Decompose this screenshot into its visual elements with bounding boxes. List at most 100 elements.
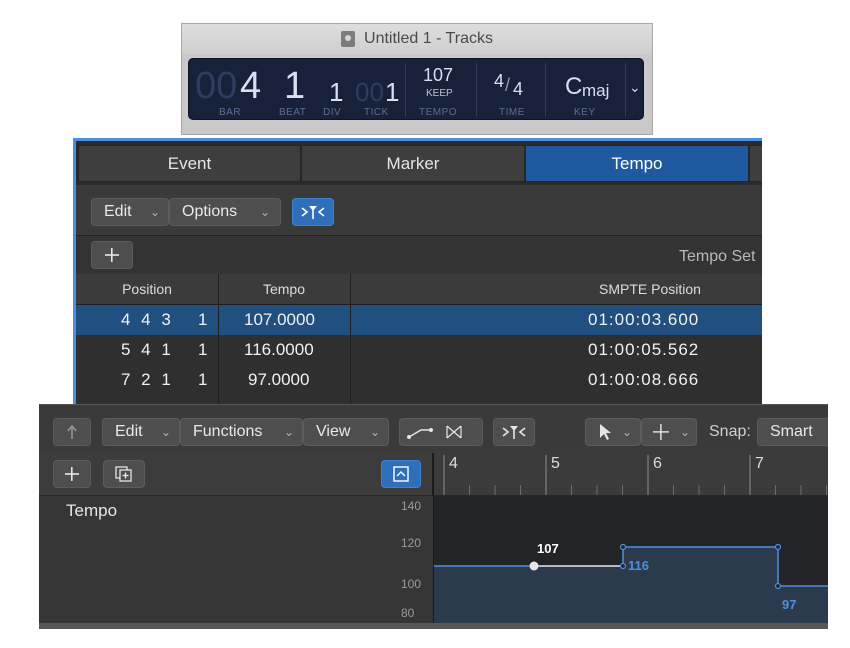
tempo-point-handle[interactable] xyxy=(619,562,627,570)
add-event-button[interactable] xyxy=(91,241,133,269)
lcd-separator xyxy=(545,63,546,117)
tempo-set-label: Tempo Set xyxy=(679,248,756,265)
tempo-graph[interactable]: 107 116 97 xyxy=(434,496,828,629)
lcd-beat-value: 1 xyxy=(284,65,306,107)
position-cell: 4 4 3 xyxy=(121,310,174,329)
ruler-bar-4: 4 xyxy=(449,455,458,472)
bar-ruler[interactable]: 4 5 6 7 xyxy=(434,453,828,496)
tempo-point-label: 97 xyxy=(782,597,797,612)
smpte-cell: 01:00:05.562 xyxy=(588,340,700,359)
smpte-cell: 01:00:08.666 xyxy=(588,370,700,389)
snap-value-label: Smart xyxy=(770,423,813,440)
document-icon xyxy=(341,31,356,47)
list-editor-window: Event Marker Tempo Edit ⌄ Options ⌄ Temp… xyxy=(73,138,762,408)
tempo-point-label: 107 xyxy=(537,541,559,556)
secondary-tool-button[interactable]: ⌄ xyxy=(641,418,697,446)
catch-playhead-icon xyxy=(502,426,526,439)
tempo-track-window: Edit ⌄ Functions ⌄ View ⌄ ⌄ ⌄ Snap: Smar… xyxy=(39,404,828,629)
tempo-point-label: 116 xyxy=(628,558,649,573)
chevron-down-icon: ⌄ xyxy=(161,425,172,439)
options-menu-label: Options xyxy=(182,203,238,220)
position-cell: 5 4 1 xyxy=(121,340,174,359)
tab-event[interactable]: Event xyxy=(78,145,301,182)
snap-label: Snap: xyxy=(709,423,751,440)
lcd-tick-value: 1 xyxy=(385,77,400,107)
smpte-cell: 01:00:03.600 xyxy=(588,310,700,329)
lcd-bar-caption: BAR xyxy=(219,107,242,118)
snap-value-button[interactable]: Smart xyxy=(757,418,828,446)
table-row[interactable]: 5 4 1 1 116.0000 01:00:05.562 xyxy=(76,335,762,365)
tab-overflow[interactable] xyxy=(749,145,762,182)
options-menu-button[interactable]: Options ⌄ xyxy=(169,198,281,226)
lcd-time-numerator: 4 xyxy=(494,71,505,91)
edit-menu-button[interactable]: Edit ⌄ xyxy=(102,418,180,446)
tab-marker[interactable]: Marker xyxy=(301,145,525,182)
lcd-tempo-caption: TEMPO xyxy=(419,107,458,118)
lcd-tempo-mode: KEEP xyxy=(426,88,453,99)
chevron-down-icon: ⌄ xyxy=(680,425,691,439)
position-cell: 7 2 1 xyxy=(121,370,174,389)
tempo-point-116[interactable] xyxy=(619,543,627,551)
pointer-tool-button[interactable]: ⌄ xyxy=(585,418,641,446)
table-header: Position Tempo SMPTE Position xyxy=(76,274,762,305)
tempo-cell: 116.0000 xyxy=(244,340,314,359)
catch-playhead-button[interactable] xyxy=(493,418,535,446)
tempo-point-97[interactable] xyxy=(774,582,782,590)
view-menu-button[interactable]: View ⌄ xyxy=(303,418,389,446)
plus-icon xyxy=(105,248,119,262)
tracks-toolbar: Edit ⌄ Functions ⌄ View ⌄ ⌄ ⌄ Snap: Smar… xyxy=(39,405,828,454)
edit-menu-label: Edit xyxy=(104,203,132,220)
lcd-tempo-value: 107 xyxy=(423,65,454,85)
lcd-bar-leading: 00 xyxy=(195,65,238,107)
duplicate-track-button[interactable] xyxy=(103,460,145,488)
lcd-separator xyxy=(405,63,406,117)
column-header-tempo[interactable]: Tempo xyxy=(218,281,350,297)
chevron-down-icon: ⌄ xyxy=(150,205,161,219)
tempo-cell: 97.0000 xyxy=(248,370,310,389)
tempo-point-handle[interactable] xyxy=(774,543,782,551)
add-track-button[interactable] xyxy=(53,460,91,488)
catch-playhead-button[interactable] xyxy=(292,198,334,226)
column-divider xyxy=(350,274,351,408)
lcd-div-caption: DIV xyxy=(323,107,342,118)
list-editor-toolbar: Edit ⌄ Options ⌄ xyxy=(76,185,762,236)
tab-tempo[interactable]: Tempo xyxy=(525,145,749,182)
lcd-beat-caption: BEAT xyxy=(279,107,307,118)
window-title-bar: Untitled 1 - Tracks xyxy=(182,24,652,54)
global-tracks-toggle[interactable] xyxy=(381,460,421,488)
functions-menu-button[interactable]: Functions ⌄ xyxy=(180,418,303,446)
track-header[interactable]: Tempo 140 120 100 80 xyxy=(39,496,433,629)
table-row[interactable]: 4 4 3 1 107.0000 01:00:03.600 xyxy=(76,305,762,335)
track-name: Tempo xyxy=(66,501,118,520)
duplicate-track-icon xyxy=(115,466,132,482)
y-axis-label: 140 xyxy=(401,499,422,513)
chevron-down-icon: ⌄ xyxy=(284,425,295,439)
lcd-tick-caption: TICK xyxy=(364,107,389,118)
column-header-position[interactable]: Position xyxy=(76,281,218,297)
column-divider xyxy=(218,274,219,408)
position-sub-cell: 1 xyxy=(198,370,208,389)
list-editor-subbar xyxy=(76,236,762,275)
ruler-ticks xyxy=(443,455,827,495)
position-sub-cell: 1 xyxy=(198,340,208,359)
y-axis-label: 80 xyxy=(401,606,415,620)
y-axis-label: 100 xyxy=(401,577,422,591)
ruler-bar-7: 7 xyxy=(755,455,764,472)
lcd-time-slash: / xyxy=(505,75,511,95)
scroll-edge xyxy=(39,623,828,629)
column-header-smpte[interactable]: SMPTE Position xyxy=(350,281,762,297)
view-menu-label: View xyxy=(316,423,351,440)
edit-menu-button[interactable]: Edit ⌄ xyxy=(91,198,169,226)
lcd-time-caption: TIME xyxy=(499,107,525,118)
automation-curve-buttons[interactable] xyxy=(399,418,483,446)
lcd-display[interactable]: 00 4 BAR 1 BEAT 1 DIV 00 1 TICK 107 KEEP… xyxy=(188,58,644,120)
global-tracks-icon xyxy=(393,466,409,482)
chevron-down-icon[interactable]: ⌄ xyxy=(629,79,641,96)
tempo-point-107[interactable] xyxy=(529,561,539,571)
lcd-time-denominator: 4 xyxy=(513,79,524,99)
table-row[interactable]: 7 2 1 1 97.0000 01:00:08.666 xyxy=(76,365,762,395)
arrow-pointer-icon xyxy=(600,424,611,440)
tempo-cell: 107.0000 xyxy=(244,310,315,329)
back-button[interactable] xyxy=(53,418,91,446)
ruler-bar-6: 6 xyxy=(653,455,662,472)
